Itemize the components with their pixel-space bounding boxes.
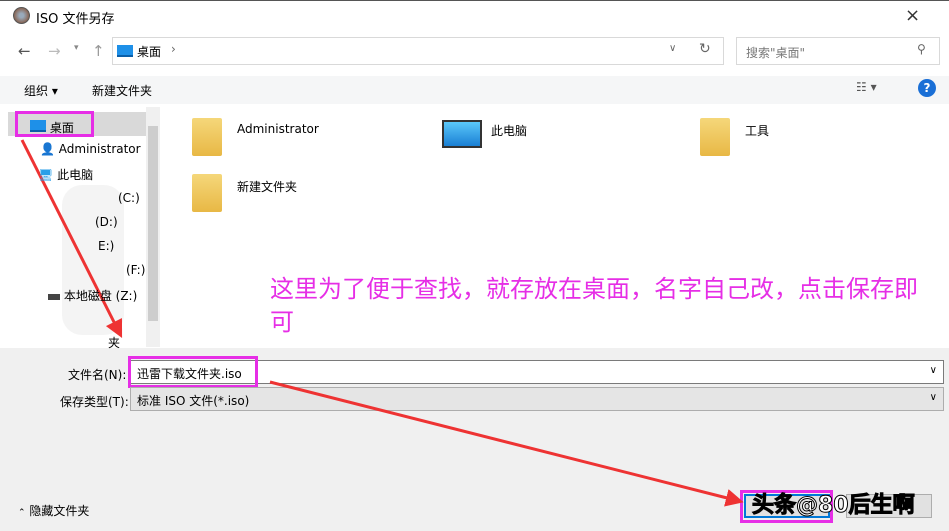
content-item-administrator-label[interactable]: Administrator xyxy=(237,122,319,136)
content-item-tools[interactable] xyxy=(700,118,730,156)
sidebar-item-drive-d[interactable]: (D:) xyxy=(95,215,118,229)
window-title: ISO 文件另存 xyxy=(36,12,115,27)
chevron-up-icon: ⌃ xyxy=(18,508,26,518)
sidebar-item-administrator[interactable]: 👤 Administrator xyxy=(40,142,141,156)
sidebar-item-label: 本地磁盘 (Z:) xyxy=(63,289,138,303)
content-item-administrator[interactable] xyxy=(192,118,226,160)
folder-icon xyxy=(700,118,730,156)
sidebar-item-drive-c[interactable]: (C:) xyxy=(118,191,140,205)
filename-label: 文件名(N): xyxy=(68,368,127,382)
highlight-box-filename xyxy=(128,356,258,388)
desktop-icon xyxy=(30,120,46,132)
content-item-this-pc-label[interactable]: 此电脑 xyxy=(491,122,527,139)
sidebar-item-folder[interactable]: 夹 xyxy=(108,334,120,351)
blurred-region xyxy=(62,185,124,335)
computer-icon: 🖥 xyxy=(38,168,54,182)
hide-folders-label: 隐藏文件夹 xyxy=(29,504,90,518)
content-item-new-folder[interactable] xyxy=(192,174,222,212)
chevron-down-icon[interactable]: ∨ xyxy=(930,392,937,403)
sidebar-item-label: 此电脑 xyxy=(57,168,94,182)
sidebar-item-label: 桌面 xyxy=(49,121,74,135)
forward-button[interactable]: → xyxy=(48,42,61,60)
app-icon xyxy=(13,7,30,24)
up-button[interactable]: ↑ xyxy=(92,42,105,60)
close-button[interactable]: × xyxy=(905,5,920,26)
view-options-icon[interactable]: ☷ ▾ xyxy=(856,80,877,94)
breadcrumb-desktop[interactable]: 桌面 xyxy=(137,43,161,60)
chevron-down-icon[interactable]: ∨ xyxy=(669,43,676,54)
watermark: 头条@80后生啊 xyxy=(752,493,916,519)
user-icon: 👤 xyxy=(40,142,55,156)
content-item-tools-label[interactable]: 工具 xyxy=(745,122,769,139)
sidebar-item-label: Administrator xyxy=(58,142,141,156)
sidebar-item-this-pc[interactable]: 🖥 此电脑 xyxy=(38,166,93,183)
sidebar-item-desktop[interactable]: 桌面 xyxy=(30,119,74,136)
new-folder-button[interactable]: 新建文件夹 xyxy=(92,82,152,99)
filetype-value: 标准 ISO 文件(*.iso) xyxy=(137,394,250,408)
title-bar xyxy=(0,0,949,32)
help-icon[interactable]: ? xyxy=(918,79,936,97)
back-button[interactable]: ← xyxy=(18,42,31,60)
sidebar-item-drive-e[interactable]: E:) xyxy=(98,239,114,253)
drive-icon xyxy=(48,294,60,300)
chevron-down-icon[interactable]: ∨ xyxy=(930,365,937,376)
organize-label: 组织 xyxy=(24,84,49,98)
chevron-right-icon[interactable]: › xyxy=(171,42,176,56)
recent-dropdown[interactable]: ▾ xyxy=(74,43,79,53)
search-input[interactable]: 搜索"桌面" xyxy=(736,37,940,65)
refresh-icon[interactable]: ↻ xyxy=(699,41,711,57)
folder-icon xyxy=(192,174,222,212)
annotation-text: 这里为了便于查找，就存放在桌面，名字自己改，点击保存即可 xyxy=(270,275,918,336)
filetype-select[interactable]: 标准 ISO 文件(*.iso) ∨ xyxy=(130,387,944,411)
filetype-label: 保存类型(T): xyxy=(60,395,129,409)
user-folder-icon xyxy=(192,118,222,156)
sidebar-item-drive-f[interactable]: (F:) xyxy=(126,263,145,277)
this-pc-icon[interactable] xyxy=(442,120,482,148)
search-icon: ⚲ xyxy=(917,42,926,56)
desktop-icon xyxy=(117,45,133,57)
scrollbar-thumb[interactable] xyxy=(148,126,158,321)
hide-folders-toggle[interactable]: ⌃ 隐藏文件夹 xyxy=(18,502,89,519)
address-bar[interactable]: 桌面 › ∨ ↻ xyxy=(112,37,724,65)
organize-button[interactable]: 组织 ▾ xyxy=(24,82,58,99)
sidebar-item-drive-z[interactable]: 本地磁盘 (Z:) xyxy=(48,287,137,304)
content-item-new-folder-label[interactable]: 新建文件夹 xyxy=(237,178,297,195)
